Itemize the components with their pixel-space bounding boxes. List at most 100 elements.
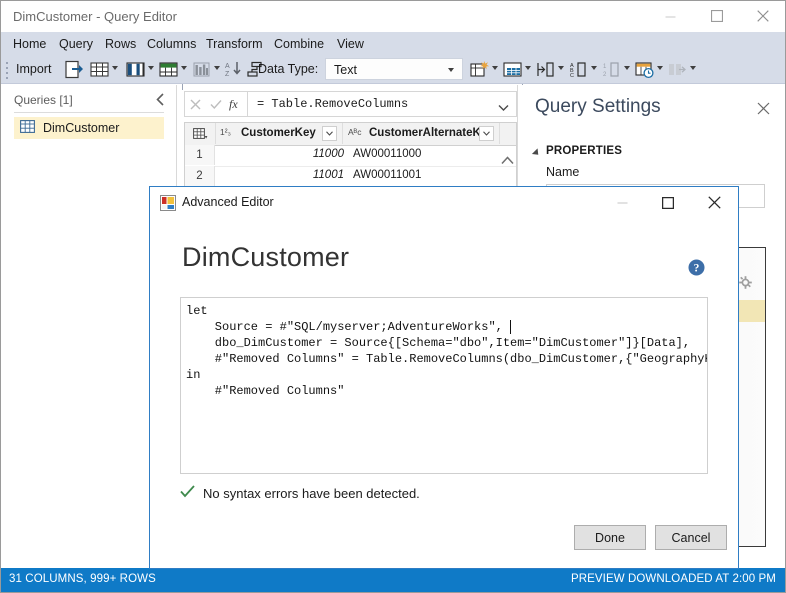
menu-item-combine[interactable]: Combine (269, 35, 329, 53)
open-file-icon[interactable] (63, 59, 84, 80)
status-preview-timestamp: PREVIEW DOWNLOADED AT 2:00 PM (570, 573, 776, 585)
formula-bar: fx = Table.RemoveColumns (184, 91, 517, 117)
menu-item-transform[interactable]: Transform (201, 35, 268, 53)
properties-section-header: PROPERTIES (546, 145, 623, 157)
column-filter-button[interactable] (322, 126, 337, 141)
advanced-editor-close-button[interactable] (691, 187, 737, 218)
help-icon[interactable]: ? (688, 259, 705, 276)
column-filter-button[interactable] (479, 126, 494, 141)
window-title: DimCustomer - Query Editor (13, 9, 177, 24)
ribbon-grip-handle[interactable] (6, 62, 10, 79)
date-time-icon[interactable] (634, 59, 655, 80)
column-type-text-icon: Aᴮᴄ (348, 127, 362, 137)
expand-dropdown-caret[interactable] (690, 66, 696, 70)
chevron-down-icon[interactable] (498, 101, 509, 111)
advanced-editor-dialog: Advanced Editor DimCustomer ? let Source… (149, 186, 739, 569)
grid-column-header-label: CustomerAlternateKey (369, 127, 494, 139)
svg-text:Z: Z (225, 71, 230, 78)
close-icon (707, 196, 721, 209)
split-column-icon[interactable] (535, 59, 556, 80)
cell-customerkey: 11001 (312, 169, 344, 181)
window-minimize-button[interactable] (648, 1, 693, 31)
m-code-text: let Source = #"SQL/myserver;AdventureWor… (186, 304, 707, 398)
menu-item-columns[interactable]: Columns (142, 35, 201, 53)
remove-rows-icon[interactable] (191, 59, 212, 80)
advanced-editor-minimize-button[interactable] (599, 187, 645, 218)
sort-az-icon[interactable]: A Z (223, 59, 244, 80)
query-editor-window: DimCustomer - Query Editor Home Query Ro… (0, 0, 786, 593)
cell-customerkey: 11000 (312, 148, 344, 160)
format-text-icon[interactable]: A B C (568, 59, 589, 80)
menu-item-view[interactable]: View (332, 35, 369, 53)
status-bar: 31 COLUMNS, 999+ ROWS PREVIEW DOWNLOADED… (1, 568, 785, 592)
svg-text:?: ? (694, 263, 700, 275)
fx-icon[interactable]: fx (226, 92, 247, 116)
keep-rows-dropdown-caret[interactable] (181, 66, 187, 70)
sidebar-item-label: DimCustomer (43, 121, 120, 135)
close-icon (756, 10, 769, 22)
done-button[interactable]: Done (574, 525, 646, 550)
cancel-x-icon[interactable] (185, 92, 206, 116)
data-type-label: Data Type: (258, 62, 319, 76)
append-queries-dropdown-caret[interactable] (525, 66, 531, 70)
format-text-dropdown-caret[interactable] (591, 66, 597, 70)
grid-column-customeralternatekey[interactable]: Aᴮᴄ CustomerAlternateKey (343, 123, 500, 144)
grid-header-row: 1²₃ CustomerKey Aᴮᴄ CustomerAlternateKey (185, 123, 516, 146)
statistics-icon[interactable]: 1 2 (601, 59, 622, 80)
column-type-number-icon: 1²₃ (220, 127, 232, 137)
grid-column-customerkey[interactable]: 1²₃ CustomerKey (215, 123, 343, 144)
gear-icon[interactable] (739, 276, 752, 289)
formula-input[interactable]: = Table.RemoveColumns (248, 91, 517, 117)
keep-rows-icon[interactable] (158, 59, 179, 80)
formula-buttons-group: fx (184, 91, 248, 117)
power-query-icon (160, 195, 176, 211)
svg-text:2: 2 (603, 72, 607, 78)
choose-columns-dropdown-caret[interactable] (148, 66, 154, 70)
scroll-up-button[interactable] (500, 153, 514, 167)
advanced-editor-maximize-button[interactable] (645, 187, 691, 218)
ribbon-group-tick (182, 84, 183, 90)
queries-divider (14, 112, 164, 113)
choose-columns-icon[interactable] (125, 59, 146, 80)
window-maximize-button[interactable] (694, 1, 739, 31)
table-grid-icon[interactable] (89, 59, 110, 80)
merge-queries-icon[interactable] (469, 59, 490, 80)
select-all-columns-icon[interactable] (185, 123, 216, 144)
syntax-status: No syntax errors have been detected. (180, 485, 420, 501)
table-row[interactable]: 1 11000 AW00011000 (185, 145, 516, 167)
close-icon[interactable] (755, 100, 771, 116)
menu-item-query[interactable]: Query (54, 35, 98, 53)
status-columns-rows: 31 COLUMNS, 999+ ROWS (9, 573, 156, 585)
table-icon (20, 120, 35, 136)
maximize-icon (662, 196, 674, 209)
minimize-icon (617, 202, 627, 204)
expand-collapse-icon[interactable] (531, 148, 542, 158)
merge-queries-dropdown-caret[interactable] (492, 66, 498, 70)
append-queries-icon[interactable] (502, 59, 523, 80)
menu-item-rows[interactable]: Rows (100, 35, 141, 53)
date-time-dropdown-caret[interactable] (657, 66, 663, 70)
check-icon[interactable] (206, 92, 227, 116)
remove-rows-dropdown-caret[interactable] (214, 66, 220, 70)
chevron-left-icon[interactable] (152, 91, 168, 107)
maximize-icon (710, 10, 723, 22)
expand-icon[interactable] (667, 59, 688, 80)
table-row[interactable]: 2 11001 AW00011001 (185, 166, 516, 186)
cancel-button[interactable]: Cancel (655, 525, 727, 550)
split-column-dropdown-caret[interactable] (558, 66, 564, 70)
svg-text:1: 1 (603, 64, 607, 70)
menu-item-home[interactable]: Home (8, 35, 51, 53)
statistics-dropdown-caret[interactable] (624, 66, 630, 70)
window-close-button[interactable] (740, 1, 785, 31)
checkmark-icon (180, 485, 195, 501)
data-type-combobox[interactable]: Text (325, 58, 463, 80)
window-titlebar: DimCustomer - Query Editor (1, 1, 785, 32)
sidebar-item-dimcustomer[interactable]: DimCustomer (14, 117, 164, 139)
table-grid-dropdown-caret[interactable] (112, 66, 118, 70)
minimize-icon (665, 16, 676, 17)
m-code-editor[interactable]: let Source = #"SQL/myserver;AdventureWor… (180, 297, 708, 474)
syntax-status-text: No syntax errors have been detected. (203, 485, 420, 501)
import-button[interactable]: Import (16, 62, 51, 76)
row-number: 2 (185, 166, 215, 186)
svg-text:C: C (570, 73, 574, 79)
